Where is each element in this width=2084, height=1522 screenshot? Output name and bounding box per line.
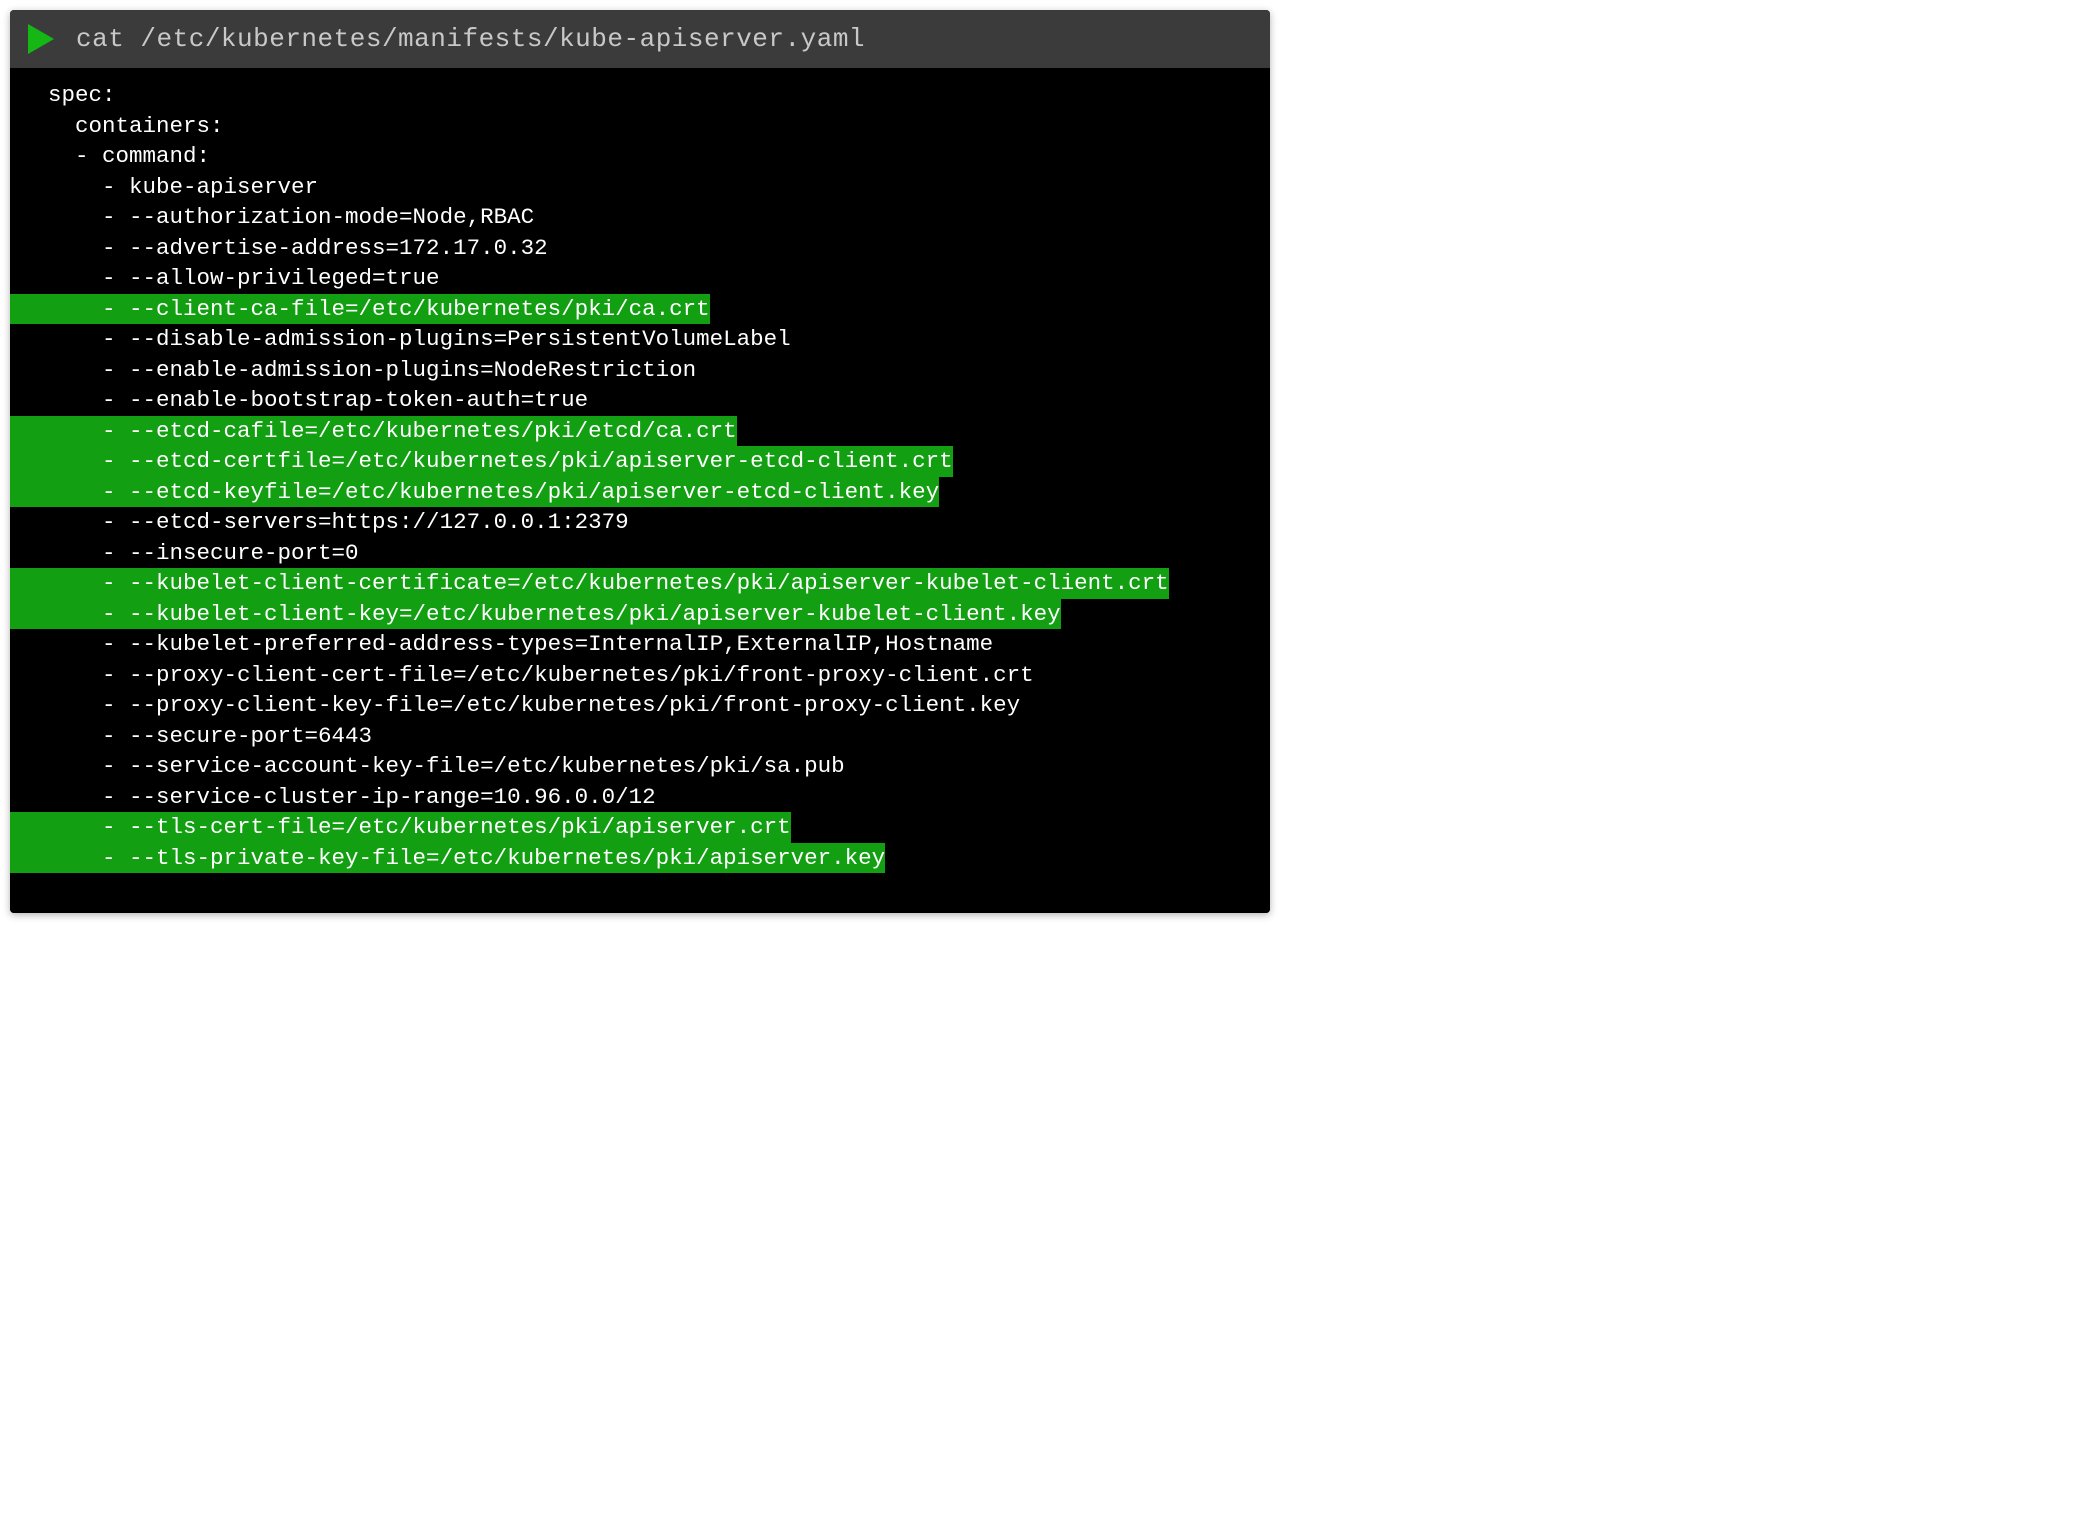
output-line: - --disable-admission-plugins=Persistent…	[10, 324, 1270, 355]
output-line: - --service-account-key-file=/etc/kubern…	[10, 751, 1270, 782]
output-line: - --etcd-cafile=/etc/kubernetes/pki/etcd…	[10, 416, 1270, 447]
highlighted-text: - --tls-private-key-file=/etc/kubernetes…	[10, 843, 885, 874]
terminal-command: cat /etc/kubernetes/manifests/kube-apise…	[76, 24, 865, 54]
highlighted-text: - --etcd-certfile=/etc/kubernetes/pki/ap…	[10, 446, 953, 477]
output-line: - --tls-private-key-file=/etc/kubernetes…	[10, 843, 1270, 874]
output-line: - --enable-admission-plugins=NodeRestric…	[10, 355, 1270, 386]
output-line: - --allow-privileged=true	[10, 263, 1270, 294]
terminal-title-bar: cat /etc/kubernetes/manifests/kube-apise…	[10, 10, 1270, 68]
output-line: - --insecure-port=0	[10, 538, 1270, 569]
terminal-output: spec: containers: - command: - kube-apis…	[10, 68, 1270, 913]
output-line: - --kubelet-client-certificate=/etc/kube…	[10, 568, 1270, 599]
output-line: - --tls-cert-file=/etc/kubernetes/pki/ap…	[10, 812, 1270, 843]
output-line: - --client-ca-file=/etc/kubernetes/pki/c…	[10, 294, 1270, 325]
output-line: - --service-cluster-ip-range=10.96.0.0/1…	[10, 782, 1270, 813]
output-line: - --kubelet-preferred-address-types=Inte…	[10, 629, 1270, 660]
output-line: - --etcd-keyfile=/etc/kubernetes/pki/api…	[10, 477, 1270, 508]
highlighted-text: - --etcd-cafile=/etc/kubernetes/pki/etcd…	[10, 416, 737, 447]
output-line: - --proxy-client-cert-file=/etc/kubernet…	[10, 660, 1270, 691]
output-line: containers:	[10, 111, 1270, 142]
output-line: - --advertise-address=172.17.0.32	[10, 233, 1270, 264]
output-line: - kube-apiserver	[10, 172, 1270, 203]
output-line: - command:	[10, 141, 1270, 172]
output-line: - --etcd-certfile=/etc/kubernetes/pki/ap…	[10, 446, 1270, 477]
highlighted-text: - --kubelet-client-certificate=/etc/kube…	[10, 568, 1169, 599]
output-line: spec:	[10, 80, 1270, 111]
output-line: - --authorization-mode=Node,RBAC	[10, 202, 1270, 233]
output-line: - --secure-port=6443	[10, 721, 1270, 752]
terminal-window: cat /etc/kubernetes/manifests/kube-apise…	[10, 10, 1270, 913]
output-line: - --kubelet-client-key=/etc/kubernetes/p…	[10, 599, 1270, 630]
highlighted-text: - --kubelet-client-key=/etc/kubernetes/p…	[10, 599, 1061, 630]
highlighted-text: - --etcd-keyfile=/etc/kubernetes/pki/api…	[10, 477, 939, 508]
highlighted-text: - --tls-cert-file=/etc/kubernetes/pki/ap…	[10, 812, 791, 843]
output-line: - --proxy-client-key-file=/etc/kubernete…	[10, 690, 1270, 721]
output-line: - --enable-bootstrap-token-auth=true	[10, 385, 1270, 416]
output-line: - --etcd-servers=https://127.0.0.1:2379	[10, 507, 1270, 538]
highlighted-text: - --client-ca-file=/etc/kubernetes/pki/c…	[10, 294, 710, 325]
play-icon	[28, 24, 54, 54]
